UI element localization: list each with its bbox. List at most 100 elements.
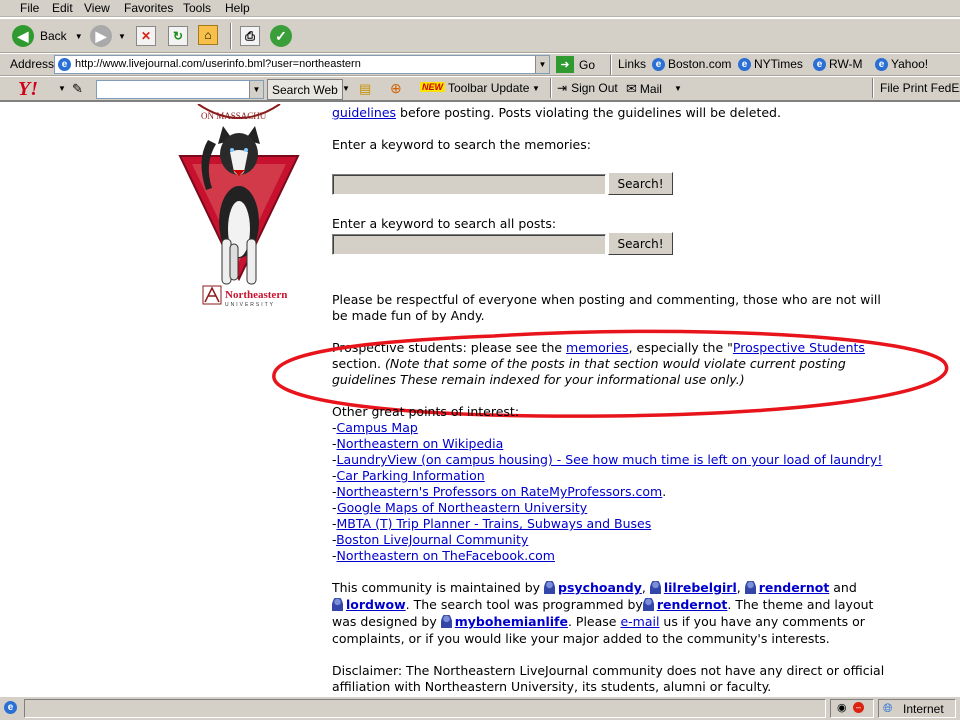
interest-item: -Google Maps of Northeastern University	[332, 500, 588, 515]
standard-toolbar: ◀ Back ▼ ▶ ▼ ✕ ↻ ⌂ ⎙ ✓	[0, 18, 960, 53]
back-label: Back	[40, 29, 67, 43]
chevron-down-icon[interactable]: ▼	[58, 84, 66, 93]
fedex-button[interactable]: File Print FedEx Ki	[880, 81, 960, 95]
status-zone-panel: 🌐︎ Internet	[878, 699, 956, 718]
interest-item: -MBTA (T) Trip Planner - Trains, Subways…	[332, 516, 652, 531]
wikipedia-link[interactable]: Northeastern on Wikipedia	[337, 436, 504, 451]
mail-label: Mail	[639, 82, 662, 96]
menu-file[interactable]: File	[20, 1, 39, 15]
laundryview-link[interactable]: LaundryView (on campus housing) - See ho…	[337, 452, 883, 467]
yahoo-logo[interactable]: Y!	[18, 78, 38, 101]
chevron-down-icon[interactable]: ▼	[249, 81, 263, 98]
boston-lj-link[interactable]: Boston LiveJournal Community	[336, 532, 528, 547]
respect-text-1: Please be respectful of everyone when po…	[332, 292, 881, 307]
home-icon: ⌂	[198, 25, 218, 45]
forward-arrow-icon: ▶	[90, 25, 112, 47]
mbta-link[interactable]: MBTA (T) Trip Planner - Trains, Subways …	[337, 516, 652, 531]
maintainers-line-3: was designed by mybohemianlife. Please e…	[332, 614, 865, 631]
forward-button[interactable]: ▶ ▼	[90, 25, 126, 47]
yahoo-search-input[interactable]: ▼	[96, 80, 264, 99]
menu-help[interactable]: Help	[225, 1, 250, 15]
link-label: Boston.com	[668, 57, 732, 71]
refresh-button[interactable]: ↻	[168, 26, 188, 46]
search-all-button[interactable]: Search!	[608, 232, 673, 255]
menu-tools[interactable]: Tools	[183, 1, 211, 15]
sign-out-button[interactable]: ⇥ Sign Out	[557, 81, 618, 95]
guidelines-link[interactable]: guidelines	[332, 105, 396, 120]
respect-text-2: be made fun of by Andy.	[332, 308, 485, 323]
campus-map-link[interactable]: Campus Map	[337, 420, 418, 435]
menu-view[interactable]: View	[84, 1, 110, 15]
privacy-eye-icon: ◉	[837, 702, 847, 714]
folder-icon[interactable]: ▤	[359, 81, 371, 97]
chevron-down-icon: ▼	[118, 31, 126, 41]
back-button[interactable]: ◀ Back ▼	[12, 25, 83, 47]
stop-icon: ✕	[136, 26, 156, 46]
email-link[interactable]: e-mail	[620, 614, 659, 629]
complaints-text: complaints, or if you would like your ma…	[332, 631, 830, 646]
designed-text: was designed by	[332, 614, 441, 629]
search-all-input[interactable]	[332, 234, 606, 255]
new-badge: NEW	[420, 82, 445, 92]
menu-bar: File Edit View Favorites Tools Help	[0, 0, 960, 17]
toolbar-separator	[872, 78, 874, 98]
menu-edit[interactable]: Edit	[52, 1, 73, 15]
interest-item: -Northeastern on TheFacebook.com	[332, 548, 555, 563]
svg-text:Northeastern: Northeastern	[225, 289, 287, 301]
search-memories-button[interactable]: Search!	[608, 172, 673, 195]
user-mybohemianlife[interactable]: mybohemianlife	[455, 614, 568, 629]
guidelines-line: guidelines before posting. Posts violati…	[332, 105, 781, 122]
status-security-panel: ◉ –	[830, 699, 874, 718]
toolbar-update-button[interactable]: Toolbar Update	[448, 81, 529, 95]
address-input[interactable]: e http://www.livejournal.com/userinfo.bm…	[54, 55, 550, 74]
car-parking-link[interactable]: Car Parking Information	[337, 468, 485, 483]
maintained-text: This community is maintained by	[332, 580, 545, 595]
sign-out-label: Sign Out	[571, 81, 618, 95]
status-text-area	[24, 699, 826, 718]
go-button[interactable]: ➜ Go	[556, 56, 595, 73]
link-yahoo[interactable]: e Yahoo!	[875, 57, 928, 71]
google-maps-link[interactable]: Google Maps of Northeastern University	[337, 500, 587, 515]
link-nytimes[interactable]: e NYTimes	[738, 57, 803, 71]
ie-page-icon: e	[4, 701, 20, 714]
chevron-down-icon[interactable]: ▼	[535, 56, 549, 73]
messenger-button[interactable]: ✓	[270, 25, 292, 47]
interest-item: -Car Parking Information	[332, 468, 485, 483]
user-icon	[332, 598, 343, 611]
ie-page-icon: e	[813, 57, 826, 71]
stop-button[interactable]: ✕	[136, 26, 156, 46]
user-rendernot[interactable]: rendernot	[657, 597, 728, 612]
thefacebook-link[interactable]: Northeastern on TheFacebook.com	[337, 548, 555, 563]
status-bar: e ◉ – 🌐︎ Internet	[0, 696, 960, 720]
ie-page-icon: e	[875, 57, 888, 71]
search-memories-input[interactable]	[332, 174, 606, 195]
print-button[interactable]: ⎙	[240, 26, 260, 46]
address-url: http://www.livejournal.com/userinfo.bml?…	[75, 58, 361, 70]
mail-button[interactable]: ✉ Mail	[626, 81, 662, 97]
chevron-down-icon[interactable]: ▼	[532, 84, 540, 93]
search-web-button[interactable]: Search Web	[267, 79, 343, 100]
chevron-down-icon: ▼	[74, 31, 83, 41]
link-rwm[interactable]: e RW-M	[813, 57, 863, 71]
disclaimer-text-2: affiliation with Northeastern University…	[332, 679, 772, 694]
user-lordwow[interactable]: lordwow	[346, 597, 406, 612]
chevron-down-icon[interactable]: ▼	[674, 84, 682, 93]
chevron-down-icon[interactable]: ▼	[342, 84, 350, 93]
menu-favorites[interactable]: Favorites	[124, 1, 173, 15]
target-icon[interactable]: ⊕	[390, 80, 402, 97]
ie-page-icon: e	[652, 57, 665, 71]
back-arrow-icon: ◀	[12, 25, 34, 47]
interest-item: -LaundryView (on campus housing) - See h…	[332, 452, 883, 467]
home-button[interactable]: ⌂	[198, 25, 218, 45]
go-label: Go	[579, 57, 596, 72]
link-label: NYTimes	[754, 57, 803, 71]
link-boston[interactable]: e Boston.com	[652, 57, 731, 71]
other-interest-label: Other great points of interest:	[332, 404, 520, 419]
highlighter-icon[interactable]: ✎	[72, 81, 83, 97]
interest-item: -Northeastern on Wikipedia	[332, 436, 504, 451]
ratemyprofessors-link[interactable]: Northeastern's Professors on RateMyProfe…	[337, 484, 663, 499]
user-psychoandy[interactable]: psychoandy	[558, 580, 642, 595]
guidelines-text: before posting. Posts violating the guid…	[396, 105, 781, 120]
user-rendernot[interactable]: rendernot	[759, 580, 830, 595]
user-lilrebelgirl[interactable]: lilrebelgirl	[664, 580, 737, 595]
